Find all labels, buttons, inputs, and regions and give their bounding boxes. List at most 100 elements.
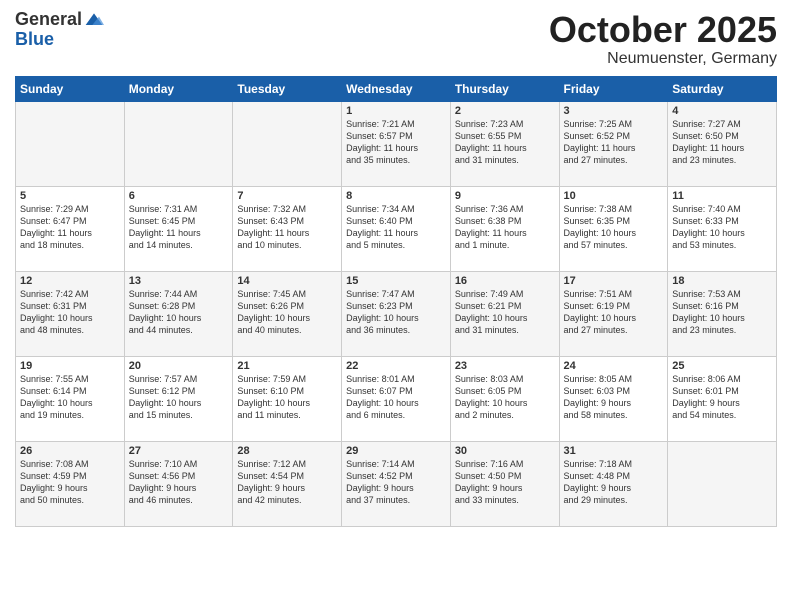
header: General Blue October 2025 Neumuenster, G…: [15, 10, 777, 68]
day-info: Sunrise: 7:23 AM Sunset: 6:55 PM Dayligh…: [455, 118, 555, 167]
day-info: Sunrise: 7:51 AM Sunset: 6:19 PM Dayligh…: [564, 288, 664, 337]
day-info: Sunrise: 7:47 AM Sunset: 6:23 PM Dayligh…: [346, 288, 446, 337]
logo-general: General: [15, 10, 82, 30]
day-info: Sunrise: 7:55 AM Sunset: 6:14 PM Dayligh…: [20, 373, 120, 422]
table-row: 2Sunrise: 7:23 AM Sunset: 6:55 PM Daylig…: [450, 101, 559, 186]
day-number: 9: [455, 190, 555, 202]
day-info: Sunrise: 7:36 AM Sunset: 6:38 PM Dayligh…: [455, 203, 555, 252]
table-row: 23Sunrise: 8:03 AM Sunset: 6:05 PM Dayli…: [450, 356, 559, 441]
calendar-week-row: 26Sunrise: 7:08 AM Sunset: 4:59 PM Dayli…: [16, 441, 777, 526]
day-info: Sunrise: 7:16 AM Sunset: 4:50 PM Dayligh…: [455, 458, 555, 507]
day-info: Sunrise: 8:06 AM Sunset: 6:01 PM Dayligh…: [672, 373, 772, 422]
calendar-table: Sunday Monday Tuesday Wednesday Thursday…: [15, 76, 777, 527]
logo-blue: Blue: [15, 30, 104, 50]
col-sunday: Sunday: [16, 76, 125, 101]
title-area: October 2025 Neumuenster, Germany: [549, 10, 777, 68]
day-info: Sunrise: 8:03 AM Sunset: 6:05 PM Dayligh…: [455, 373, 555, 422]
day-info: Sunrise: 7:08 AM Sunset: 4:59 PM Dayligh…: [20, 458, 120, 507]
table-row: 18Sunrise: 7:53 AM Sunset: 6:16 PM Dayli…: [668, 271, 777, 356]
table-row: 25Sunrise: 8:06 AM Sunset: 6:01 PM Dayli…: [668, 356, 777, 441]
day-number: 6: [129, 190, 229, 202]
month-title: October 2025: [549, 10, 777, 50]
logo-icon: [84, 10, 104, 30]
day-number: 22: [346, 360, 446, 372]
day-number: 28: [237, 445, 337, 457]
calendar-week-row: 19Sunrise: 7:55 AM Sunset: 6:14 PM Dayli…: [16, 356, 777, 441]
table-row: 3Sunrise: 7:25 AM Sunset: 6:52 PM Daylig…: [559, 101, 668, 186]
col-friday: Friday: [559, 76, 668, 101]
calendar-week-row: 5Sunrise: 7:29 AM Sunset: 6:47 PM Daylig…: [16, 186, 777, 271]
day-number: 8: [346, 190, 446, 202]
day-number: 13: [129, 275, 229, 287]
table-row: 4Sunrise: 7:27 AM Sunset: 6:50 PM Daylig…: [668, 101, 777, 186]
day-number: 7: [237, 190, 337, 202]
day-number: 14: [237, 275, 337, 287]
day-number: 16: [455, 275, 555, 287]
day-number: 5: [20, 190, 120, 202]
day-number: 3: [564, 105, 664, 117]
table-row: [124, 101, 233, 186]
day-info: Sunrise: 7:21 AM Sunset: 6:57 PM Dayligh…: [346, 118, 446, 167]
subtitle: Neumuenster, Germany: [549, 50, 777, 68]
table-row: 1Sunrise: 7:21 AM Sunset: 6:57 PM Daylig…: [342, 101, 451, 186]
day-info: Sunrise: 7:44 AM Sunset: 6:28 PM Dayligh…: [129, 288, 229, 337]
day-info: Sunrise: 7:27 AM Sunset: 6:50 PM Dayligh…: [672, 118, 772, 167]
day-info: Sunrise: 7:49 AM Sunset: 6:21 PM Dayligh…: [455, 288, 555, 337]
table-row: 19Sunrise: 7:55 AM Sunset: 6:14 PM Dayli…: [16, 356, 125, 441]
day-info: Sunrise: 7:34 AM Sunset: 6:40 PM Dayligh…: [346, 203, 446, 252]
table-row: 28Sunrise: 7:12 AM Sunset: 4:54 PM Dayli…: [233, 441, 342, 526]
day-number: 19: [20, 360, 120, 372]
day-number: 24: [564, 360, 664, 372]
table-row: 14Sunrise: 7:45 AM Sunset: 6:26 PM Dayli…: [233, 271, 342, 356]
day-info: Sunrise: 8:05 AM Sunset: 6:03 PM Dayligh…: [564, 373, 664, 422]
table-row: 7Sunrise: 7:32 AM Sunset: 6:43 PM Daylig…: [233, 186, 342, 271]
day-number: 12: [20, 275, 120, 287]
day-info: Sunrise: 7:31 AM Sunset: 6:45 PM Dayligh…: [129, 203, 229, 252]
day-number: 25: [672, 360, 772, 372]
table-row: 30Sunrise: 7:16 AM Sunset: 4:50 PM Dayli…: [450, 441, 559, 526]
table-row: 16Sunrise: 7:49 AM Sunset: 6:21 PM Dayli…: [450, 271, 559, 356]
table-row: 20Sunrise: 7:57 AM Sunset: 6:12 PM Dayli…: [124, 356, 233, 441]
day-number: 11: [672, 190, 772, 202]
day-number: 1: [346, 105, 446, 117]
table-row: 12Sunrise: 7:42 AM Sunset: 6:31 PM Dayli…: [16, 271, 125, 356]
table-row: [668, 441, 777, 526]
col-saturday: Saturday: [668, 76, 777, 101]
day-info: Sunrise: 7:42 AM Sunset: 6:31 PM Dayligh…: [20, 288, 120, 337]
table-row: 8Sunrise: 7:34 AM Sunset: 6:40 PM Daylig…: [342, 186, 451, 271]
day-info: Sunrise: 7:18 AM Sunset: 4:48 PM Dayligh…: [564, 458, 664, 507]
table-row: 13Sunrise: 7:44 AM Sunset: 6:28 PM Dayli…: [124, 271, 233, 356]
day-number: 31: [564, 445, 664, 457]
page: General Blue October 2025 Neumuenster, G…: [0, 0, 792, 612]
col-thursday: Thursday: [450, 76, 559, 101]
table-row: 24Sunrise: 8:05 AM Sunset: 6:03 PM Dayli…: [559, 356, 668, 441]
day-number: 27: [129, 445, 229, 457]
day-info: Sunrise: 7:25 AM Sunset: 6:52 PM Dayligh…: [564, 118, 664, 167]
day-number: 4: [672, 105, 772, 117]
day-info: Sunrise: 7:29 AM Sunset: 6:47 PM Dayligh…: [20, 203, 120, 252]
day-number: 17: [564, 275, 664, 287]
day-number: 21: [237, 360, 337, 372]
table-row: 27Sunrise: 7:10 AM Sunset: 4:56 PM Dayli…: [124, 441, 233, 526]
day-number: 2: [455, 105, 555, 117]
table-row: 21Sunrise: 7:59 AM Sunset: 6:10 PM Dayli…: [233, 356, 342, 441]
day-info: Sunrise: 7:38 AM Sunset: 6:35 PM Dayligh…: [564, 203, 664, 252]
day-info: Sunrise: 7:32 AM Sunset: 6:43 PM Dayligh…: [237, 203, 337, 252]
table-row: 9Sunrise: 7:36 AM Sunset: 6:38 PM Daylig…: [450, 186, 559, 271]
day-number: 18: [672, 275, 772, 287]
day-info: Sunrise: 7:59 AM Sunset: 6:10 PM Dayligh…: [237, 373, 337, 422]
day-info: Sunrise: 7:12 AM Sunset: 4:54 PM Dayligh…: [237, 458, 337, 507]
day-number: 29: [346, 445, 446, 457]
table-row: 17Sunrise: 7:51 AM Sunset: 6:19 PM Dayli…: [559, 271, 668, 356]
col-tuesday: Tuesday: [233, 76, 342, 101]
logo-text: General Blue: [15, 10, 104, 50]
day-info: Sunrise: 7:53 AM Sunset: 6:16 PM Dayligh…: [672, 288, 772, 337]
table-row: 26Sunrise: 7:08 AM Sunset: 4:59 PM Dayli…: [16, 441, 125, 526]
table-row: 15Sunrise: 7:47 AM Sunset: 6:23 PM Dayli…: [342, 271, 451, 356]
table-row: [233, 101, 342, 186]
calendar-week-row: 1Sunrise: 7:21 AM Sunset: 6:57 PM Daylig…: [16, 101, 777, 186]
col-wednesday: Wednesday: [342, 76, 451, 101]
day-info: Sunrise: 7:10 AM Sunset: 4:56 PM Dayligh…: [129, 458, 229, 507]
calendar-week-row: 12Sunrise: 7:42 AM Sunset: 6:31 PM Dayli…: [16, 271, 777, 356]
table-row: 10Sunrise: 7:38 AM Sunset: 6:35 PM Dayli…: [559, 186, 668, 271]
